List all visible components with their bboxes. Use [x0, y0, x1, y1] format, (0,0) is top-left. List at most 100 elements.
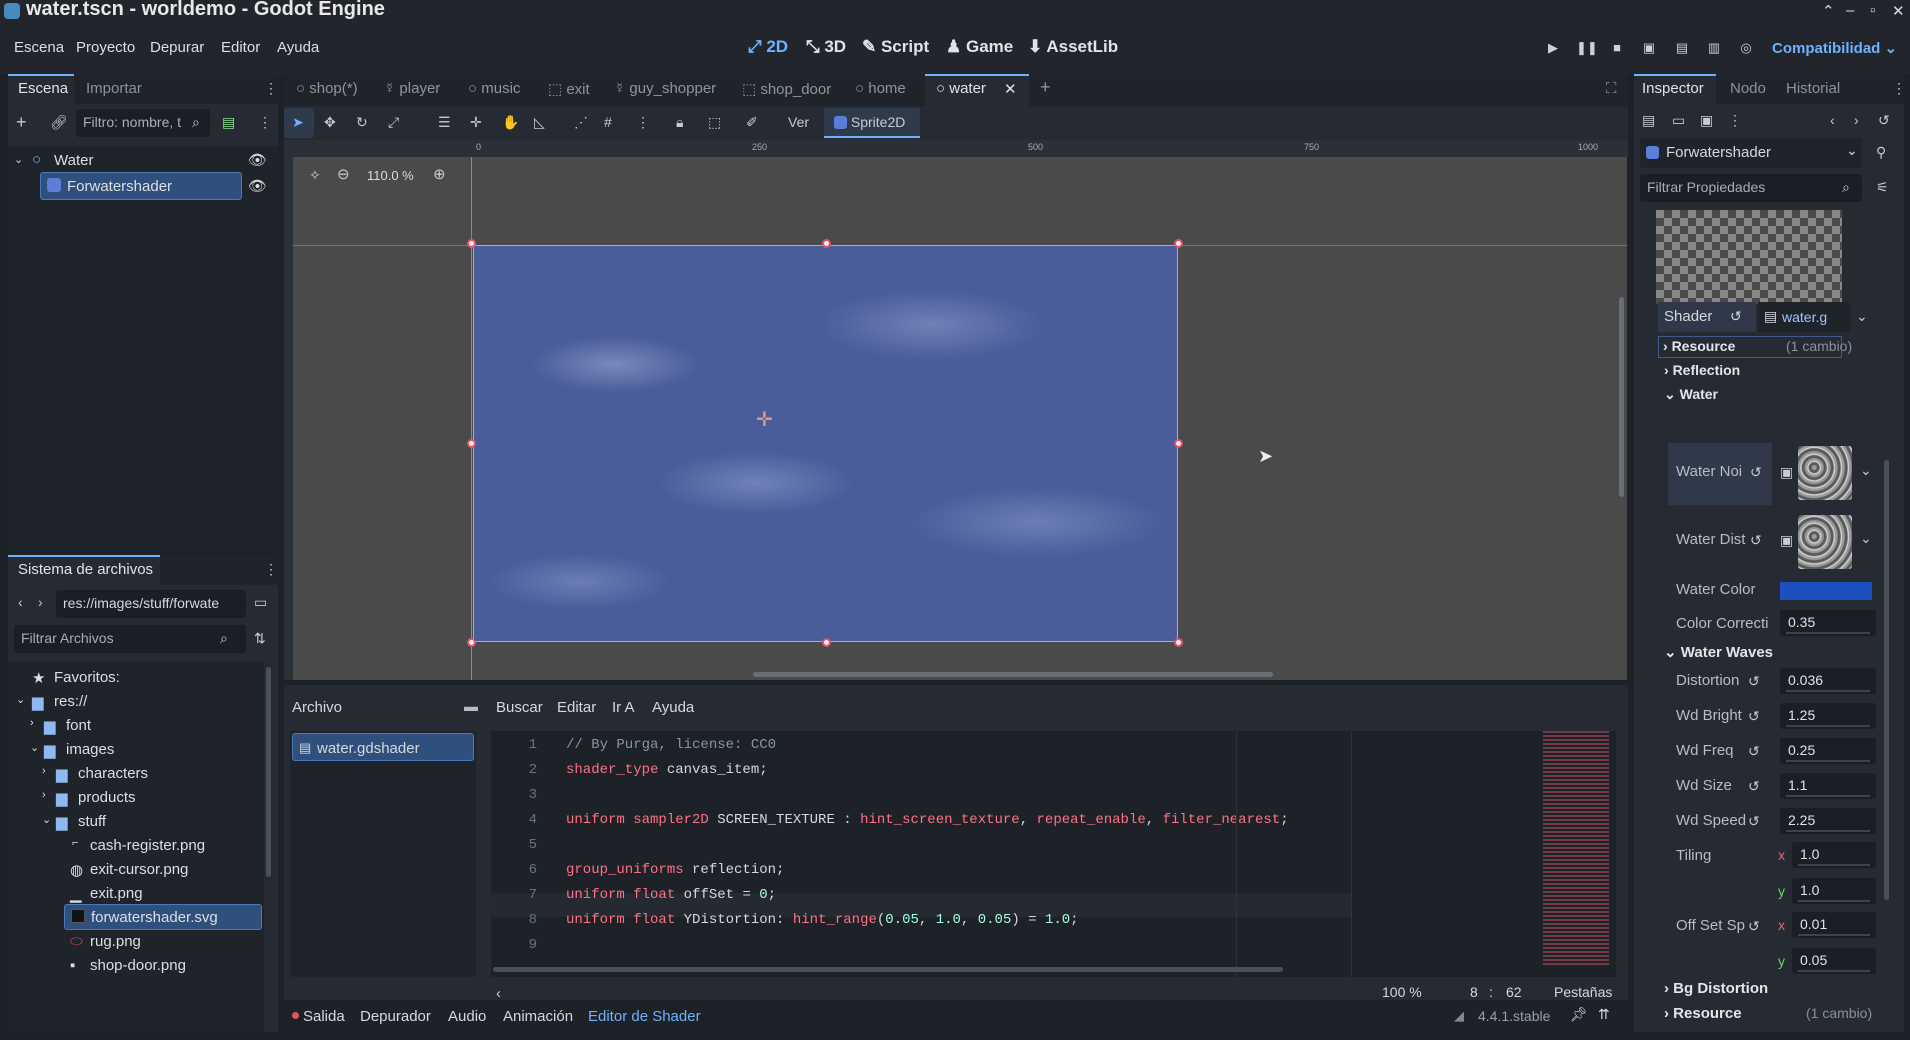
tab-depurador[interactable]: Depurador — [360, 1008, 431, 1025]
chevron-down-icon[interactable]: ⌄ — [1860, 530, 1872, 547]
maximize-icon[interactable]: ▫ — [1870, 2, 1875, 19]
viewport-vscroll[interactable] — [1619, 297, 1624, 497]
dock-menu-icon[interactable]: ⋮ — [264, 561, 278, 578]
history-forward-icon[interactable]: › — [1854, 112, 1859, 128]
more-icon[interactable]: ⋮ — [1728, 112, 1742, 129]
mode-game-button[interactable]: ♟ Game — [946, 37, 1013, 57]
tab-escena[interactable]: Escena — [18, 80, 68, 97]
menu-archivo[interactable]: Archivo — [292, 699, 342, 716]
expand-arrow-icon[interactable]: › — [42, 765, 46, 777]
snap-options-icon[interactable]: ⋮ — [636, 114, 650, 131]
section-water[interactable]: ⌄ Water — [1664, 386, 1718, 403]
resize-handle[interactable] — [467, 439, 476, 448]
distortion-value[interactable]: 0.036 — [1780, 668, 1876, 694]
pivot-tool-icon[interactable]: ✛ — [470, 114, 482, 131]
menu-editar[interactable]: Editar — [557, 699, 596, 716]
toggle-list-icon[interactable]: ▬ — [464, 698, 478, 714]
add-tab-icon[interactable]: + — [1040, 77, 1051, 98]
select-tool-icon[interactable]: ➤ — [292, 114, 304, 131]
tab-guy-shopper[interactable]: ☿ guy_shopper — [614, 80, 716, 97]
add-script-icon[interactable]: ▤ — [222, 114, 235, 131]
section-reflection[interactable]: › Reflection — [1664, 362, 1740, 378]
close-window-icon[interactable]: ✕ — [1892, 2, 1905, 20]
collapse-arrow-icon[interactable]: ⌄ — [16, 693, 25, 706]
back-icon[interactable]: ‹ — [18, 594, 23, 610]
resize-handle[interactable] — [822, 638, 831, 647]
dock-menu-icon[interactable]: ⋮ — [264, 80, 278, 97]
resize-handle[interactable] — [467, 638, 476, 647]
water-sprite[interactable] — [473, 245, 1178, 642]
tiling-x-value[interactable]: 1.0 — [1792, 842, 1876, 868]
viewport-hscroll[interactable] — [753, 672, 1273, 677]
grid-snap-icon[interactable]: # — [604, 114, 612, 130]
wd-bright-value[interactable]: 1.25 — [1780, 703, 1876, 729]
tab-salida[interactable]: Salida — [303, 1008, 345, 1025]
node-water[interactable]: Water — [54, 152, 93, 169]
menu-ir-a[interactable]: Ir A — [612, 699, 635, 716]
mode-script-button[interactable]: ✎ Script — [862, 37, 929, 57]
property-filter-input[interactable]: Filtrar Propiedades — [1640, 174, 1862, 202]
revert-icon[interactable]: ↺ — [1748, 743, 1760, 760]
resize-handle[interactable] — [467, 239, 476, 248]
scale-tool-icon[interactable]: ⤢ — [388, 114, 399, 131]
tab-historial[interactable]: Historial — [1786, 80, 1840, 97]
movie-icon[interactable]: ◎ — [1737, 40, 1755, 58]
menu-ayuda[interactable]: Ayuda — [277, 39, 319, 56]
tab-inspector[interactable]: Inspector — [1642, 80, 1704, 97]
menu-editor[interactable]: Editor — [221, 39, 260, 56]
resize-handle[interactable] — [1174, 439, 1183, 448]
tab-editor-de-shader[interactable]: Editor de Shader — [588, 1008, 701, 1025]
menu-buscar[interactable]: Buscar — [496, 699, 543, 716]
section-resource-2[interactable]: › Resource — [1664, 1005, 1742, 1022]
zoom-in-icon[interactable]: ⊕ — [433, 165, 446, 183]
dir-res[interactable]: res:// — [54, 693, 87, 710]
indent-mode[interactable]: Pestañas — [1554, 984, 1612, 1000]
code-zoom[interactable]: 100 % — [1382, 984, 1422, 1000]
wd-freq-value[interactable]: 0.25 — [1780, 738, 1876, 764]
offset-y-value[interactable]: 0.05 — [1792, 948, 1876, 974]
inspector-scrollbar[interactable] — [1884, 460, 1889, 900]
revert-icon[interactable]: ↺ — [1730, 308, 1742, 325]
file-tree-scrollbar[interactable] — [266, 667, 271, 877]
play-custom-icon[interactable]: ▥ — [1705, 40, 1723, 58]
link-icon[interactable]: 🔗︎ — [50, 114, 68, 131]
file-cash-register[interactable]: cash-register.png — [90, 837, 205, 854]
resize-handle[interactable] — [822, 239, 831, 248]
tab-nodo[interactable]: Nodo — [1730, 80, 1766, 97]
tab-water[interactable]: ○ water — [936, 80, 986, 97]
remote-debug-icon[interactable]: ▣ — [1640, 40, 1658, 58]
minimize-icon[interactable]: ⌃ — [1822, 2, 1835, 20]
stop-icon[interactable]: ■ — [1608, 40, 1626, 58]
ruler-tool-icon[interactable]: ◺ — [534, 114, 545, 131]
revert-icon[interactable]: ↺ — [1750, 532, 1762, 549]
fullscreen-icon[interactable]: ⛶ — [1606, 80, 1617, 97]
tab-music[interactable]: ○ music — [468, 80, 520, 97]
scene-filter-input[interactable]: Filtro: nombre, t — [76, 109, 210, 137]
dock-menu-icon[interactable]: ⋮ — [1892, 80, 1906, 97]
visibility-eye-icon-2[interactable]: 👁︎ — [248, 177, 267, 195]
zoom-out-icon[interactable]: ⊖ — [337, 165, 350, 183]
center-view-icon[interactable]: ✧ — [309, 167, 321, 184]
path-field[interactable]: res://images/stuff/forwate — [56, 590, 246, 618]
expand-panel-icon[interactable]: ⇈ — [1598, 1006, 1610, 1023]
revert-icon[interactable]: ↺ — [1748, 708, 1760, 725]
mode-3d-button[interactable]: ⤡ 3D — [806, 37, 846, 57]
offset-x-value[interactable]: 0.01 — [1792, 912, 1876, 938]
revert-icon[interactable]: ↺ — [1748, 778, 1760, 795]
list-tool-icon[interactable]: ☰ — [438, 114, 451, 131]
pan-tool-icon[interactable]: ✋ — [502, 114, 519, 131]
dir-font[interactable]: font — [66, 717, 91, 734]
visibility-eye-icon[interactable]: 👁︎ — [248, 151, 267, 169]
collapse-arrow-icon[interactable]: ⌄ — [42, 813, 51, 826]
section-water-waves[interactable]: ⌄ Water Waves — [1664, 643, 1773, 661]
code-area[interactable]: 1 2 3 4 5 6 7 8 9 // By Purga, license: CC0 shade… — [491, 731, 1616, 977]
tab-player[interactable]: ☿ player — [384, 80, 440, 97]
revert-icon[interactable]: ↺ — [1748, 673, 1760, 690]
expand-arrow-icon[interactable]: › — [30, 717, 34, 729]
tab-filesystem[interactable]: Sistema de archivos — [18, 561, 153, 578]
zoom-level[interactable]: 110.0 % — [367, 168, 414, 183]
node-forwatershader-row[interactable]: Forwatershader — [40, 172, 242, 200]
dir-products[interactable]: products — [78, 789, 136, 806]
color-correction-value[interactable]: 0.35 — [1780, 610, 1876, 636]
section-bg-distortion[interactable]: › Bg Distortion — [1664, 980, 1768, 997]
